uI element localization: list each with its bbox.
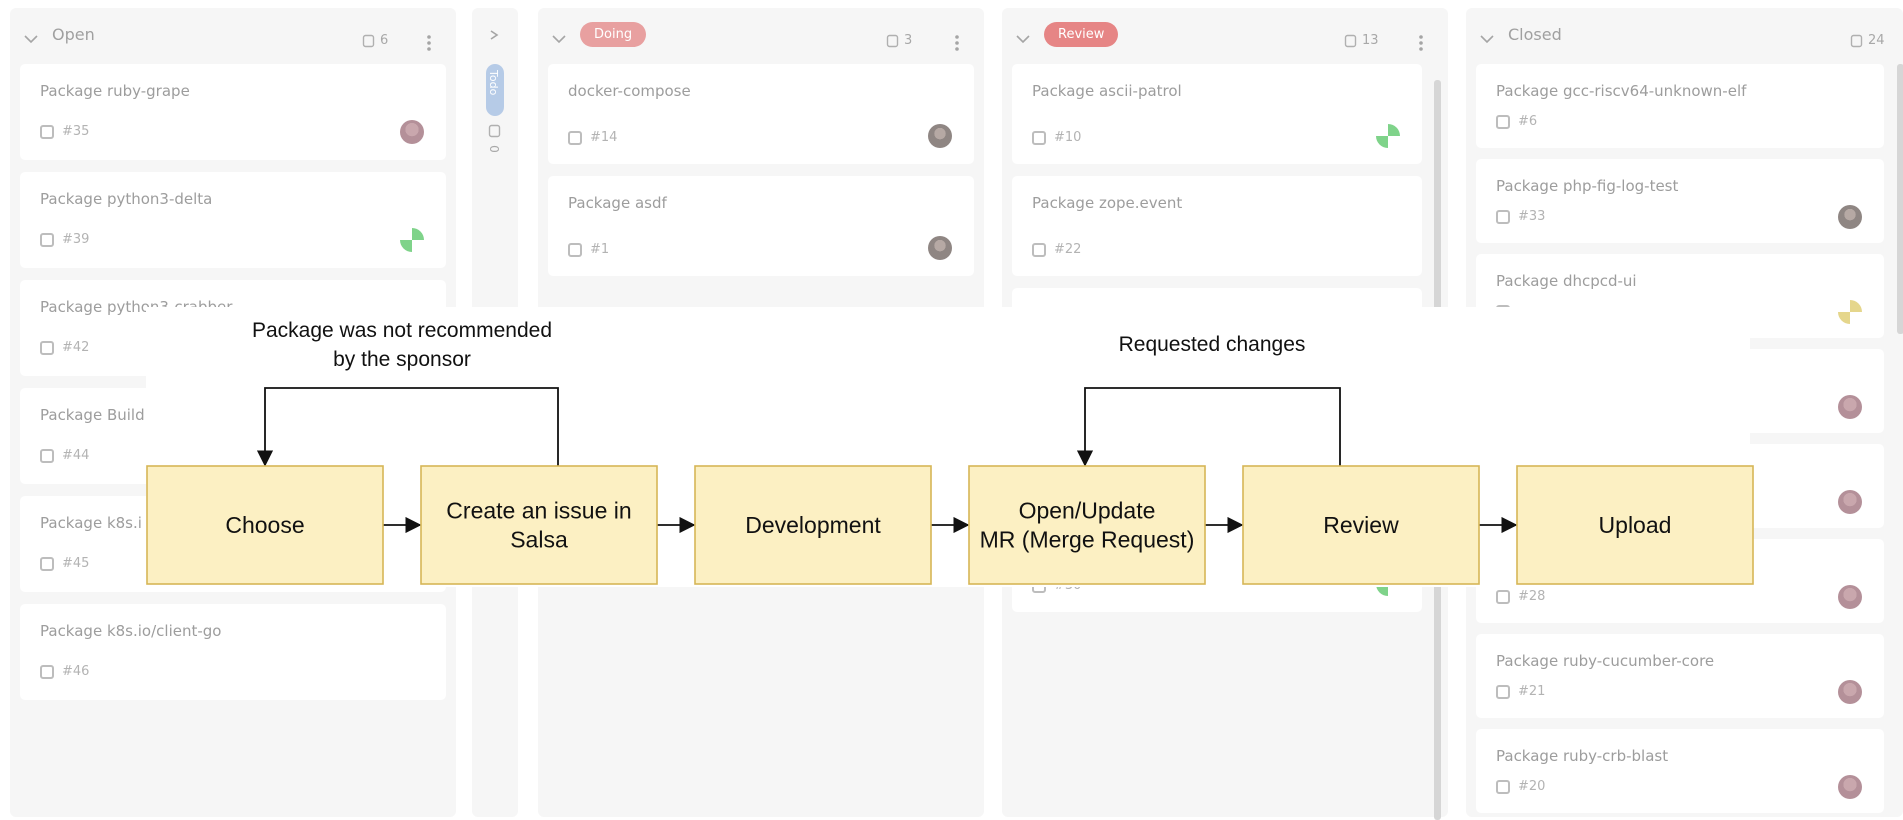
node-open-update-mr-box xyxy=(968,465,1206,585)
node-create-issue-label: Salsa xyxy=(510,527,568,553)
node-development-label: Development xyxy=(745,512,881,538)
diagram-edge-labels: Package was not recommended by the sponso… xyxy=(252,319,1305,371)
node-open-update-mr-label: Open/Update xyxy=(1019,498,1156,524)
workflow-diagram: Choose Create an issue in Salsa Development… xyxy=(146,319,1754,585)
edge-review-to-open-update-mr xyxy=(1076,387,1341,467)
node-upload-label: Upload xyxy=(1599,512,1672,538)
node-create-issue-label: Create an issue in xyxy=(446,498,631,524)
edge-label: Package was not recommended xyxy=(252,319,552,342)
node-review-label: Review xyxy=(1323,512,1399,538)
node-open-update-mr-label: MR (Merge Request) xyxy=(980,527,1195,553)
edge-create-issue-to-choose xyxy=(256,387,559,467)
edge-label: by the sponsor xyxy=(333,348,471,371)
edge-label: Requested changes xyxy=(1119,333,1306,356)
node-choose-label: Choose xyxy=(225,512,304,538)
node-create-issue-box xyxy=(420,465,658,585)
